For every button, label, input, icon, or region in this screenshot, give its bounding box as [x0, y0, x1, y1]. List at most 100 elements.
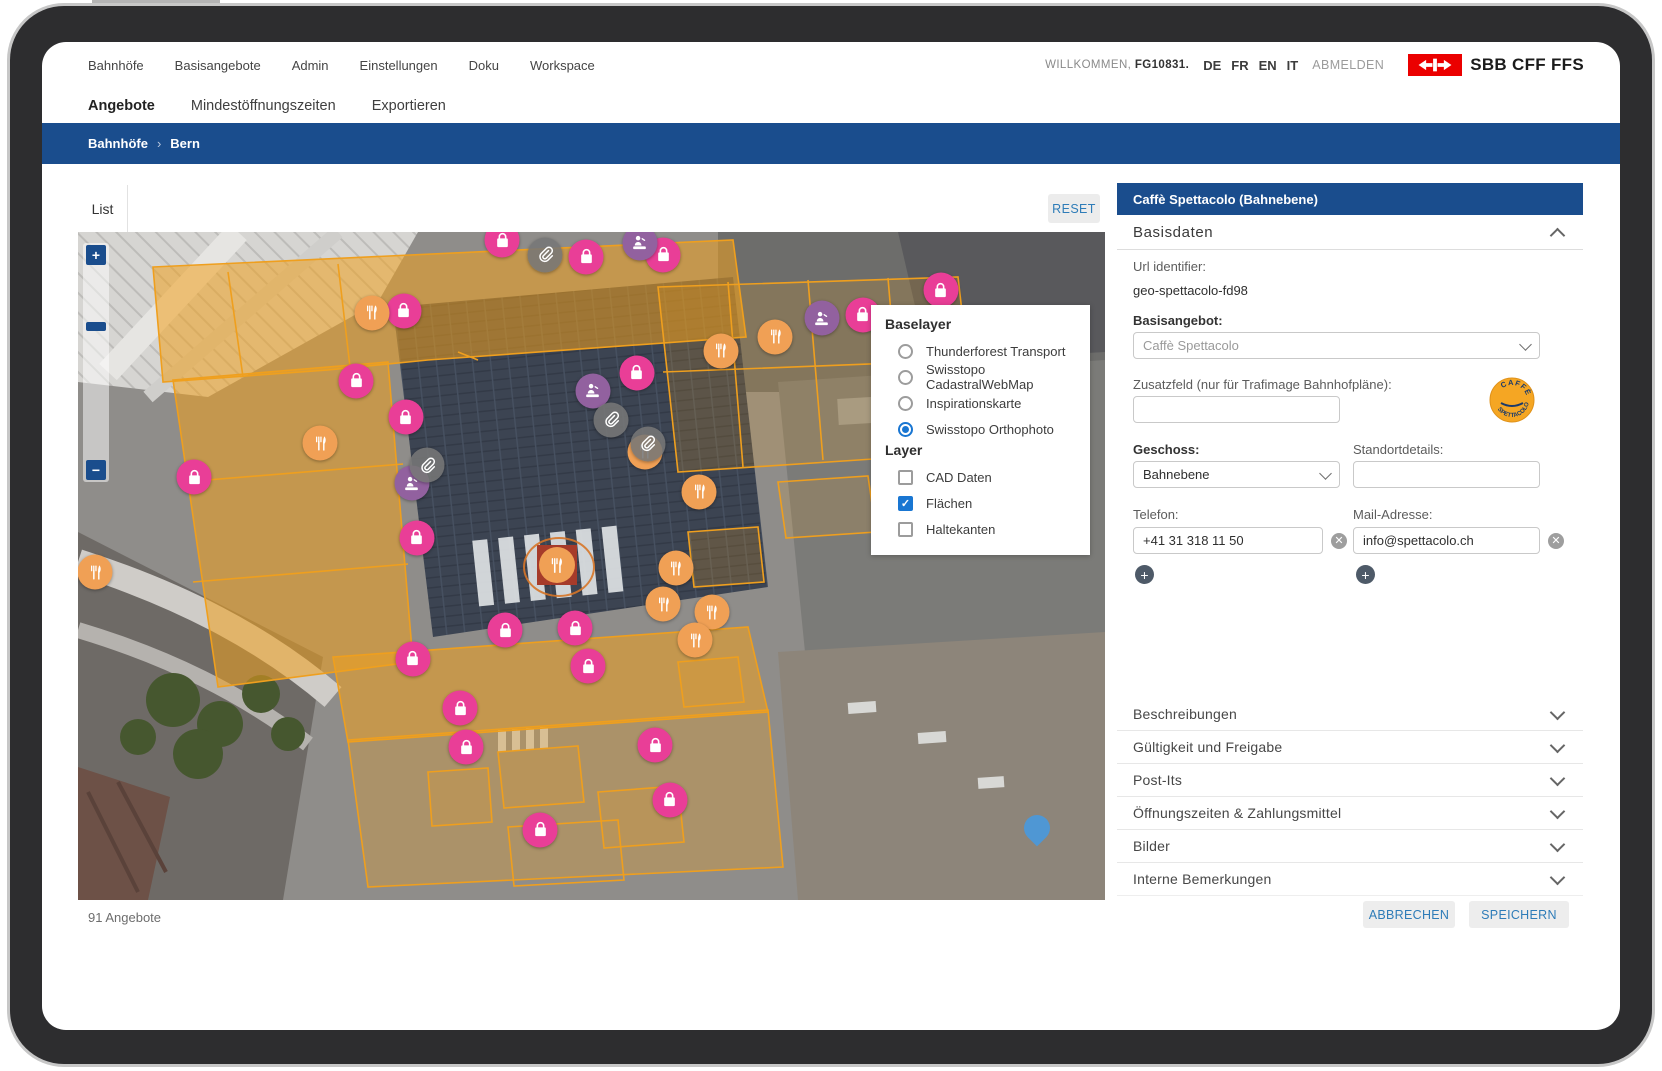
marker-restaurant[interactable] [78, 555, 113, 590]
marker-shop[interactable] [386, 293, 421, 328]
page: Bahnhöfe Basisangebote Admin Einstellungen D… [0, 0, 1662, 1071]
add-telefon-icon[interactable]: + [1135, 565, 1154, 584]
marker-shop[interactable] [523, 812, 558, 847]
marker-shop[interactable] [652, 782, 687, 817]
zoom-out-button[interactable]: − [86, 460, 106, 480]
radio-icon [898, 344, 913, 359]
top-navigation: Bahnhöfe Basisangebote Admin Einstellungen D… [42, 42, 1620, 88]
breadcrumb-item-bern[interactable]: Bern [170, 136, 200, 151]
accordion-ffnungszeiten-zahlungsmittel[interactable]: Öffnungszeiten & Zahlungsmittel [1117, 797, 1583, 830]
marker-shop[interactable] [638, 728, 673, 763]
mail-input[interactable] [1353, 527, 1540, 554]
cancel-button[interactable]: ABBRECHEN [1363, 901, 1455, 928]
nav-item-bahnh-fe[interactable]: Bahnhöfe [88, 58, 144, 73]
marker-restaurant[interactable] [354, 295, 389, 330]
marker-clip[interactable] [630, 426, 665, 461]
zoom-in-button[interactable]: + [86, 245, 106, 265]
marker-shop[interactable] [488, 613, 523, 648]
marker-restaurant[interactable] [758, 319, 793, 354]
chevron-down-icon [1550, 770, 1566, 786]
nav-item-doku[interactable]: Doku [469, 58, 499, 73]
marker-clip[interactable] [528, 237, 563, 272]
basisangebot-label: Basisangebot: [1133, 313, 1223, 328]
marker-shop[interactable] [923, 273, 958, 308]
telefon-label: Telefon: [1133, 507, 1179, 522]
layer-option-cad-daten[interactable]: CAD Daten [885, 464, 1090, 490]
marker-shop[interactable] [558, 611, 593, 646]
language-fr[interactable]: FR [1231, 58, 1248, 73]
breadcrumb-item-bahnh-fe[interactable]: Bahnhöfe [88, 136, 148, 151]
accordion-interne-bemerkungen[interactable]: Interne Bemerkungen [1117, 863, 1583, 896]
restaurant-icon [310, 433, 330, 453]
radio-icon [898, 396, 913, 411]
accordion-beschreibungen[interactable]: Beschreibungen [1117, 698, 1583, 731]
marker-shop[interactable] [388, 400, 423, 435]
clear-mail-icon[interactable]: ✕ [1548, 533, 1564, 549]
marker-shop[interactable] [443, 691, 478, 726]
marker-clip[interactable] [594, 402, 629, 437]
marker-shop[interactable] [339, 363, 374, 398]
subnav-item-angebote[interactable]: Angebote [88, 98, 155, 114]
shopping-bag-icon [660, 790, 680, 810]
shopping-bag-icon [578, 656, 598, 676]
basisangebot-input[interactable] [1133, 332, 1540, 359]
baselayer-option-inspirationskarte[interactable]: Inspirationskarte [885, 390, 1090, 416]
baselayer-option-swisstopo-cadastralwebmap[interactable]: Swisstopo CadastralWebMap [885, 364, 1090, 390]
layer-label: CAD Daten [926, 470, 992, 485]
accordion-label: Gültigkeit und Freigabe [1133, 739, 1282, 755]
marker-shop[interactable] [571, 649, 606, 684]
accordion-g-ltigkeit-und-freigabe[interactable]: Gültigkeit und Freigabe [1117, 731, 1583, 764]
marker-shop[interactable] [569, 239, 604, 274]
accordion-post-its[interactable]: Post-Its [1117, 764, 1583, 797]
language-de[interactable]: DE [1203, 58, 1221, 73]
marker-restaurant[interactable] [703, 333, 738, 368]
marker-restaurant[interactable] [678, 623, 713, 658]
nav-item-einstellungen[interactable]: Einstellungen [360, 58, 438, 73]
language-en[interactable]: EN [1259, 58, 1277, 73]
map[interactable]: + − Baselayer Thunderforest TransportSwi… [78, 232, 1105, 900]
zusatzfeld-input[interactable] [1133, 396, 1340, 423]
welcome-text: WILLKOMMEN, FG10831. [1045, 59, 1189, 71]
section-basisdaten[interactable]: Basisdaten [1117, 215, 1583, 250]
add-mail-icon[interactable]: + [1356, 565, 1375, 584]
logout-link[interactable]: ABMELDEN [1312, 58, 1384, 72]
marker-restaurant[interactable] [646, 587, 681, 622]
baselayer-option-swisstopo-orthophoto[interactable]: Swisstopo Orthophoto [885, 416, 1090, 442]
reset-button[interactable]: RESET [1048, 194, 1100, 223]
marker-clip[interactable] [410, 448, 445, 483]
marker-service[interactable] [804, 301, 839, 336]
restaurant-icon [702, 602, 722, 622]
subnav-item-mindest-ffnungszeiten[interactable]: Mindestöffnungszeiten [191, 98, 336, 114]
chevron-down-icon [1550, 836, 1566, 852]
nav-item-basisangebote[interactable]: Basisangebote [175, 58, 261, 73]
save-button[interactable]: SPEICHERN [1469, 901, 1569, 928]
restaurant-icon [765, 327, 785, 347]
tab-list[interactable]: List [78, 185, 128, 232]
layer-option-haltekanten[interactable]: Haltekanten [885, 516, 1090, 542]
nav-item-workspace[interactable]: Workspace [530, 58, 595, 73]
shopping-bag-icon [403, 649, 423, 669]
checkbox-icon: ✓ [898, 496, 913, 511]
geschoss-input[interactable] [1133, 461, 1340, 488]
marker-shop[interactable] [619, 355, 654, 390]
zoom-slider-handle[interactable] [86, 322, 106, 331]
accordion-bilder[interactable]: Bilder [1117, 830, 1583, 863]
clear-telefon-icon[interactable]: ✕ [1331, 533, 1347, 549]
marker-shop[interactable] [177, 460, 212, 495]
marker-shop[interactable] [395, 641, 430, 676]
marker-restaurant[interactable] [682, 474, 717, 509]
accordion-label: Bilder [1133, 838, 1170, 854]
nav-item-admin[interactable]: Admin [292, 58, 329, 73]
marker-shop[interactable] [449, 730, 484, 765]
baselayer-option-thunderforest-transport[interactable]: Thunderforest Transport [885, 338, 1090, 364]
marker-restaurant[interactable] [303, 426, 338, 461]
marker-shop[interactable] [399, 520, 434, 555]
layer-label: Haltekanten [926, 522, 995, 537]
standortdetails-input[interactable] [1353, 461, 1540, 488]
accordion-list: Beschreibungen Gültigkeit und Freigabe Pos… [1117, 698, 1583, 896]
subnav-item-exportieren[interactable]: Exportieren [372, 98, 446, 114]
marker-restaurant[interactable] [658, 551, 693, 586]
layer-option-fl-chen[interactable]: ✓Flächen [885, 490, 1090, 516]
telefon-input[interactable] [1133, 527, 1323, 554]
language-it[interactable]: IT [1287, 58, 1299, 73]
